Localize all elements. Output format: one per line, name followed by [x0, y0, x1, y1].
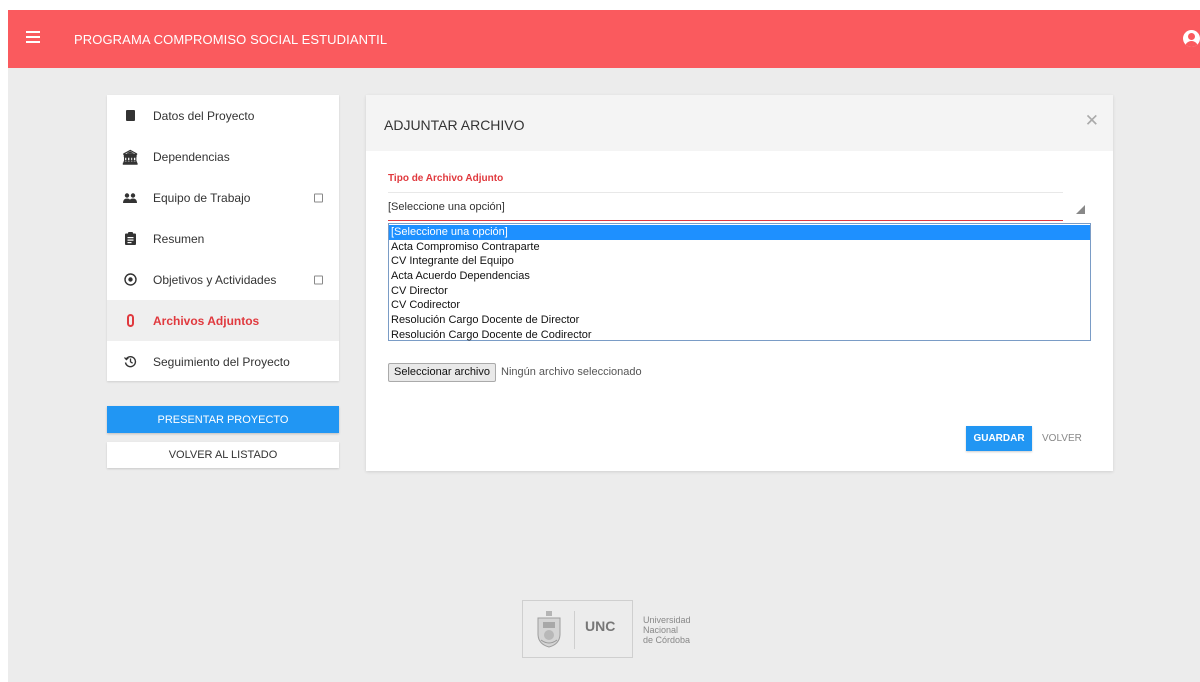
save-button[interactable]: GUARDAR	[966, 426, 1032, 451]
sidebar-item-label: Objetivos y Actividades	[153, 272, 277, 287]
university-name-line: de Córdoba	[643, 635, 691, 645]
option-item[interactable]: Acta Acuerdo Dependencias	[389, 269, 1090, 284]
unc-abbreviation: UNC	[585, 618, 616, 634]
institution-icon: 🏛︎	[121, 148, 139, 165]
sidebar-item-resumen[interactable]: Resumen	[107, 218, 339, 259]
sidebar-item-label: Dependencias	[153, 149, 230, 164]
file-type-label: Tipo de Archivo Adjunto	[388, 173, 504, 184]
file-type-options-list[interactable]: [Seleccione una opción] Acta Compromiso …	[388, 223, 1091, 341]
file-input-row: Seleccionar archivo Ningún archivo selec…	[388, 362, 642, 382]
sidebar-item-label: Resumen	[153, 231, 205, 246]
option-item[interactable]: CV Codirector	[389, 298, 1090, 313]
option-item[interactable]: [Seleccione una opción]	[389, 225, 1090, 240]
account-circle-icon[interactable]	[1183, 30, 1200, 47]
divider	[388, 192, 1063, 193]
dialog-header: ADJUNTAR ARCHIVO ✕	[366, 95, 1113, 151]
close-icon[interactable]: ✕	[1085, 111, 1099, 131]
select-value: [Seleccione una opción]	[388, 201, 505, 213]
paperclip-icon	[123, 314, 137, 328]
book-icon	[123, 109, 137, 123]
option-item[interactable]: CV Integrante del Equipo	[389, 254, 1090, 269]
file-status-text: Ningún archivo seleccionado	[501, 366, 642, 378]
university-crest-icon	[537, 611, 561, 648]
option-item[interactable]: Resolución Cargo Docente de Director	[389, 313, 1090, 328]
target-icon	[123, 273, 137, 287]
option-item[interactable]: Resolución Cargo Docente de Codirector	[389, 328, 1090, 343]
sidebar-item-label: Seguimiento del Proyecto	[153, 354, 290, 369]
people-icon	[123, 191, 137, 205]
back-to-list-button[interactable]: VOLVER AL LISTADO	[107, 442, 339, 468]
app-title: PROGRAMA COMPROMISO SOCIAL ESTUDIANTIL	[74, 32, 388, 47]
file-type-select[interactable]: [Seleccione una opción]	[388, 201, 1085, 221]
choose-file-button[interactable]: Seleccionar archivo	[388, 362, 496, 382]
university-name: Universidad Nacional de Córdoba	[643, 615, 703, 645]
sidebar-item-seguimiento[interactable]: Seguimiento del Proyecto	[107, 341, 339, 382]
sidebar-nav: Datos del Proyecto 🏛︎ Dependencias Equip…	[107, 95, 339, 381]
present-project-button[interactable]: PRESENTAR PROYECTO	[107, 406, 339, 433]
sidebar-item-label: Equipo de Trabajo	[153, 190, 251, 205]
sidebar-item-datos-proyecto[interactable]: Datos del Proyecto	[107, 95, 339, 136]
logo-divider	[574, 611, 575, 649]
back-button[interactable]: VOLVER	[1042, 426, 1082, 451]
section-checkbox[interactable]	[314, 193, 323, 202]
top-bar: PROGRAMA COMPROMISO SOCIAL ESTUDIANTIL	[8, 10, 1200, 68]
attach-file-dialog: ADJUNTAR ARCHIVO ✕ Tipo de Archivo Adjun…	[366, 95, 1113, 471]
option-item[interactable]: CV Director	[389, 284, 1090, 299]
dropdown-triangle-icon[interactable]	[1076, 205, 1085, 214]
sidebar-item-archivos-adjuntos[interactable]: Archivos Adjuntos	[107, 300, 339, 341]
sidebar-item-dependencias[interactable]: 🏛︎ Dependencias	[107, 136, 339, 177]
sidebar-item-objetivos[interactable]: Objetivos y Actividades	[107, 259, 339, 300]
hamburger-menu-icon[interactable]	[26, 31, 40, 45]
unc-logo: UNC	[522, 600, 633, 658]
app-frame: PROGRAMA COMPROMISO SOCIAL ESTUDIANTIL D…	[8, 10, 1200, 682]
university-name-line: Universidad	[643, 615, 691, 625]
clipboard-icon	[123, 232, 137, 246]
dialog-title: ADJUNTAR ARCHIVO	[384, 117, 525, 133]
sidebar-item-label: Archivos Adjuntos	[153, 313, 260, 328]
university-name-line: Nacional	[643, 625, 679, 635]
sidebar-item-equipo-trabajo[interactable]: Equipo de Trabajo	[107, 177, 339, 218]
select-underline	[388, 220, 1063, 221]
option-item[interactable]: Acta Compromiso Contraparte	[389, 240, 1090, 255]
section-checkbox[interactable]	[314, 275, 323, 284]
history-icon	[123, 355, 137, 369]
sidebar-item-label: Datos del Proyecto	[153, 108, 255, 123]
